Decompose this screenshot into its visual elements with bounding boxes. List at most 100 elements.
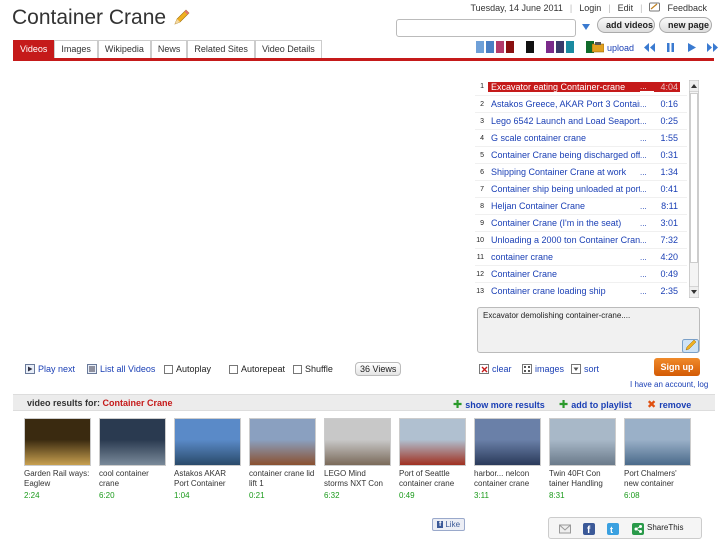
playlist-item-title[interactable]: container crane (488, 252, 640, 262)
tab-news[interactable]: News (150, 40, 188, 58)
play-next-link[interactable]: Play next (38, 364, 75, 374)
playlist-item-more[interactable]: ... (640, 100, 654, 109)
playlist-item-more[interactable]: ... (640, 134, 654, 143)
video-result-item[interactable]: LEGO Mind storms NXT Con 6:32 (324, 418, 391, 500)
playlist-item-more[interactable]: ... (640, 219, 654, 228)
playlist-item[interactable]: 12 Container Crane... 0:49 (475, 265, 687, 282)
color-swatch[interactable] (506, 41, 514, 53)
playlist-item-more[interactable]: ... (640, 287, 654, 296)
video-thumbnail[interactable] (174, 418, 241, 466)
video-thumbnail[interactable] (474, 418, 541, 466)
rewind-icon[interactable] (644, 42, 655, 53)
playlist-item[interactable]: 6 Shipping Container Crane at work... 1:34 (475, 163, 687, 180)
list-all-control[interactable]: List all Videos (87, 364, 155, 374)
playlist-item[interactable]: 1 Excavator eating Container-crane... 4:04 (475, 78, 687, 95)
playlist-item-more[interactable]: ... (640, 202, 654, 211)
playlist-item-title[interactable]: Container ship being unloaded at port. (488, 184, 640, 194)
playlist-item[interactable]: 13 Container crane loading ship... 2:35 (475, 282, 687, 299)
images-control[interactable]: images (522, 364, 564, 374)
tab-wikipedia[interactable]: Wikipedia (97, 40, 151, 58)
video-thumbnail[interactable] (324, 418, 391, 466)
video-result-title[interactable]: container crane lid lift 1 (249, 469, 316, 489)
playlist-item[interactable]: 3 Lego 6542 Launch and Load Seaport crane… (475, 112, 687, 129)
color-swatch[interactable] (476, 41, 484, 53)
tab-images[interactable]: Images (54, 40, 98, 58)
show-more-results-button[interactable]: ✚ show more results (453, 398, 545, 411)
color-swatch[interactable] (536, 41, 544, 53)
edit-link[interactable]: Edit (618, 3, 634, 13)
sharethis-icon[interactable] (632, 523, 644, 535)
search-input[interactable] (396, 19, 576, 37)
add-videos-button[interactable]: add videos (597, 17, 655, 33)
video-thumbnail[interactable] (249, 418, 316, 466)
playlist-item-title[interactable]: Unloading a 2000 ton Container Crane (488, 235, 640, 245)
video-result-title[interactable]: Port Chalmers' new container (624, 469, 691, 489)
scroll-up-icon[interactable] (689, 80, 699, 92)
playlist-item[interactable]: 11 container crane... 4:20 (475, 248, 687, 265)
clear-control[interactable]: clear (479, 364, 512, 374)
video-result-title[interactable]: Astakos AKAR Port Container (174, 469, 241, 489)
playlist-item-more[interactable]: ... (640, 185, 654, 194)
upload-link[interactable]: upload (607, 43, 634, 53)
playlist-item[interactable]: 5 Container Crane being discharged off a … (475, 146, 687, 163)
playlist-item-more[interactable]: ... (640, 82, 654, 91)
color-swatch[interactable] (526, 41, 534, 53)
add-to-playlist-button[interactable]: ✚ add to playlist (559, 398, 632, 411)
video-result-title[interactable]: cool container crane (99, 469, 166, 489)
color-swatch[interactable] (556, 41, 564, 53)
playlist-item-title[interactable]: Container crane loading ship (488, 286, 640, 296)
playlist-item[interactable]: 4 G scale container crane... 1:55 (475, 129, 687, 146)
video-result-title[interactable]: Garden Rail ways: Eaglew (24, 469, 91, 489)
playlist-item-more[interactable]: ... (640, 151, 654, 160)
color-swatch[interactable] (496, 41, 504, 53)
account-login-link[interactable]: I have an account, log (630, 380, 708, 389)
upload-icon[interactable] (592, 42, 604, 53)
new-page-button[interactable]: new page (659, 17, 712, 33)
video-result-item[interactable]: Astakos AKAR Port Container 1:04 (174, 418, 241, 500)
facebook-share-icon[interactable]: f (583, 523, 595, 535)
color-swatch[interactable] (486, 41, 494, 53)
video-result-item[interactable]: harbor... nelcon container crane 3:11 (474, 418, 541, 500)
playlist-item-title[interactable]: Lego 6542 Launch and Load Seaport crane (488, 116, 640, 126)
scroll-down-icon[interactable] (689, 286, 699, 298)
autorepeat-control[interactable]: Autorepeat (229, 364, 285, 374)
playlist-item[interactable]: 10 Unloading a 2000 ton Container Crane..… (475, 231, 687, 248)
color-swatch[interactable] (566, 41, 574, 53)
playlist-item-title[interactable]: Container Crane (I'm in the seat) (488, 218, 640, 228)
autoplay-checkbox[interactable] (164, 364, 173, 374)
signup-button[interactable]: Sign up (654, 358, 700, 376)
video-player[interactable] (13, 64, 465, 356)
sharethis-label[interactable]: ShareThis (647, 523, 683, 532)
play-next-control[interactable]: Play next (25, 364, 75, 374)
shuffle-control[interactable]: Shuffle (293, 364, 333, 374)
pause-icon[interactable] (665, 42, 676, 53)
playlist-item-title[interactable]: Astakos Greece, AKAR Port 3 Container cr… (488, 99, 640, 109)
video-result-title[interactable]: Port of Seattle container crane (399, 469, 466, 489)
login-link[interactable]: Login (579, 3, 601, 13)
video-result-item[interactable]: Port Chalmers' new container 6:08 (624, 418, 691, 500)
video-result-item[interactable]: cool container crane 6:20 (99, 418, 166, 500)
playlist-item-title[interactable]: Shipping Container Crane at work (488, 167, 640, 177)
feedback-link[interactable]: Feedback (667, 3, 707, 13)
video-thumbnail[interactable] (399, 418, 466, 466)
autorepeat-checkbox[interactable] (229, 364, 238, 374)
twitter-icon[interactable]: t (607, 523, 619, 535)
autoplay-control[interactable]: Autoplay (164, 364, 211, 374)
video-description[interactable]: Excavator demolishing container-crane...… (477, 307, 700, 353)
playlist-item[interactable]: 2 Astakos Greece, AKAR Port 3 Container c… (475, 95, 687, 112)
playlist-item-more[interactable]: ... (640, 236, 654, 245)
video-result-item[interactable]: container crane lid lift 1 0:21 (249, 418, 316, 500)
sort-control[interactable]: sort (571, 364, 599, 374)
dropdown-arrow-icon[interactable] (581, 22, 591, 32)
video-result-item[interactable]: Twin 40Ft Con tainer Handling 8:31 (549, 418, 616, 500)
video-result-title[interactable]: harbor... nelcon container crane (474, 469, 541, 489)
list-all-link[interactable]: List all Videos (100, 364, 155, 374)
color-swatch[interactable] (576, 41, 584, 53)
remove-button[interactable]: ✖ remove (647, 398, 691, 411)
sort-link[interactable]: sort (584, 364, 599, 374)
playlist-item-title[interactable]: Container Crane (488, 269, 640, 279)
video-result-item[interactable]: Port of Seattle container crane 0:49 (399, 418, 466, 500)
facebook-like-button[interactable]: f Like (432, 518, 466, 531)
playlist-item-more[interactable]: ... (640, 168, 654, 177)
fast-forward-icon[interactable] (707, 42, 718, 53)
